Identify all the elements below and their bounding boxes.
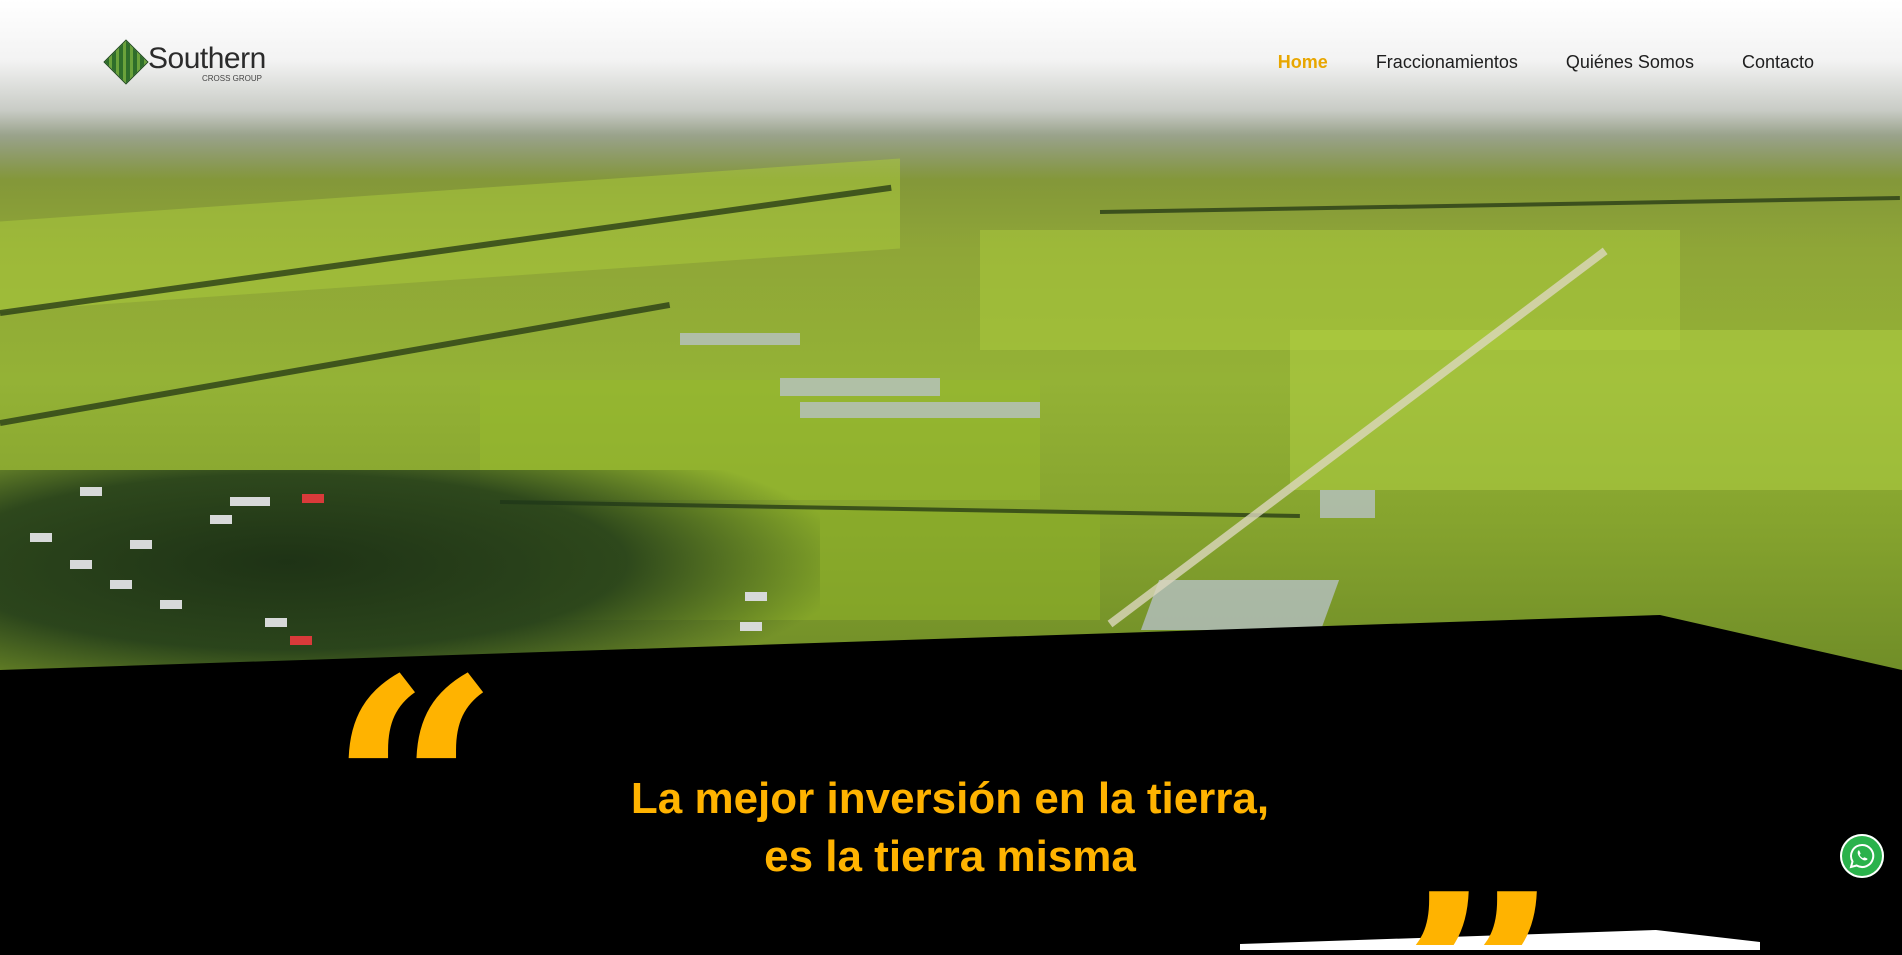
field-patch [1290,330,1902,490]
water-pond [1320,490,1375,518]
nav-item-home[interactable]: Home [1278,52,1328,73]
nav-item-quienes-somos[interactable]: Quiénes Somos [1566,52,1694,73]
whatsapp-button[interactable] [1840,834,1884,878]
main-nav: Home Fraccionamientos Quiénes Somos Cont… [1278,52,1814,73]
house-roof [70,560,92,569]
house-roof [230,497,270,506]
water-pond [800,402,1040,418]
open-quote-icon: “ [328,640,501,810]
nav-item-contacto[interactable]: Contacto [1742,52,1814,73]
house-roof [745,592,767,601]
hero-quote: La mejor inversión en la tierra, es la t… [560,770,1340,886]
tree-line [1099,196,1900,214]
house-roof [30,533,52,542]
site-header: Southern CROSS GROUP Home Fraccionamient… [0,0,1902,130]
water-pond [680,333,800,345]
field-patch [0,158,900,312]
whatsapp-icon [1849,843,1875,869]
water-pond [780,378,940,396]
nav-item-fraccionamientos[interactable]: Fraccionamientos [1376,52,1518,73]
water-pond [1140,580,1340,630]
brand-name: Southern [148,42,266,75]
house-roof [290,636,312,645]
house-roof [160,600,182,609]
house-roof [210,515,232,524]
house-roof [110,580,132,589]
house-roof [302,494,324,503]
house-roof [130,540,152,549]
logo[interactable]: Southern CROSS GROUP [103,39,286,88]
house-roof [265,618,287,627]
close-quote-icon: ” [1388,855,1561,945]
quote-line-2: es la tierra misma [764,832,1136,881]
brand-subtitle: CROSS GROUP [202,74,263,83]
quote-line-1: La mejor inversión en la tierra, [630,774,1270,823]
house-roof [80,487,102,496]
logo-mark-icon [103,39,149,85]
house-roof [740,622,762,631]
